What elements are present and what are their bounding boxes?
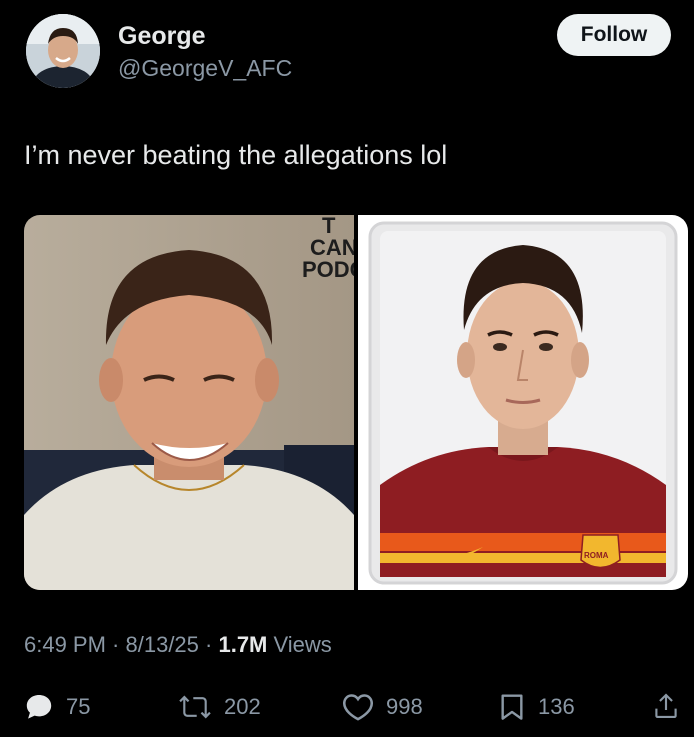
reply-icon xyxy=(26,694,52,719)
media-photo-right[interactable]: ROMA xyxy=(358,215,688,590)
media-photo-left[interactable]: T CAN PODC xyxy=(24,215,366,590)
meta-separator-2: · xyxy=(198,632,219,657)
action-bar: 75 202 998 136 xyxy=(0,685,694,729)
roma-crest-icon: ROMA xyxy=(580,534,621,569)
follow-button[interactable]: Follow xyxy=(557,14,671,56)
meta-separator-1: · xyxy=(105,632,126,657)
tweet-time[interactable]: 6:49 PM xyxy=(24,632,106,657)
share-button[interactable] xyxy=(650,689,682,728)
bookmark-icon xyxy=(501,694,523,720)
repost-count: 202 xyxy=(224,694,261,719)
like-button[interactable]: 998 xyxy=(340,685,423,729)
tweet-text: I’m never beating the allegations lol xyxy=(24,140,448,170)
crest-text: ROMA xyxy=(584,551,609,560)
author-handle[interactable]: @GeorgeV_AFC xyxy=(118,55,292,82)
author-name[interactable]: George xyxy=(118,22,206,51)
like-count: 998 xyxy=(386,694,423,719)
views-count: 1.7M xyxy=(218,632,268,657)
podcast-text-line-3: PODC xyxy=(302,257,354,282)
repost-icon xyxy=(179,695,211,719)
author-avatar[interactable] xyxy=(26,14,100,88)
tweet-media[interactable]: T CAN PODC ROMA xyxy=(24,215,688,590)
heart-icon xyxy=(342,694,374,721)
smiling-man-photo: T CAN PODC xyxy=(24,215,366,590)
avatar-image xyxy=(26,14,100,88)
player-portrait-card: ROMA xyxy=(358,215,688,590)
repost-button[interactable]: 202 xyxy=(176,685,261,729)
reply-count: 75 xyxy=(66,694,91,719)
views-label: Views xyxy=(267,632,332,657)
tweet-meta: 6:49 PM · 8/13/25 · 1.7M Views xyxy=(24,632,332,658)
tweet-date[interactable]: 8/13/25 xyxy=(126,632,199,657)
bookmark-count: 136 xyxy=(538,694,575,719)
bookmark-button[interactable]: 136 xyxy=(496,685,575,729)
reply-button[interactable]: 75 xyxy=(22,685,90,729)
share-icon xyxy=(655,693,677,718)
